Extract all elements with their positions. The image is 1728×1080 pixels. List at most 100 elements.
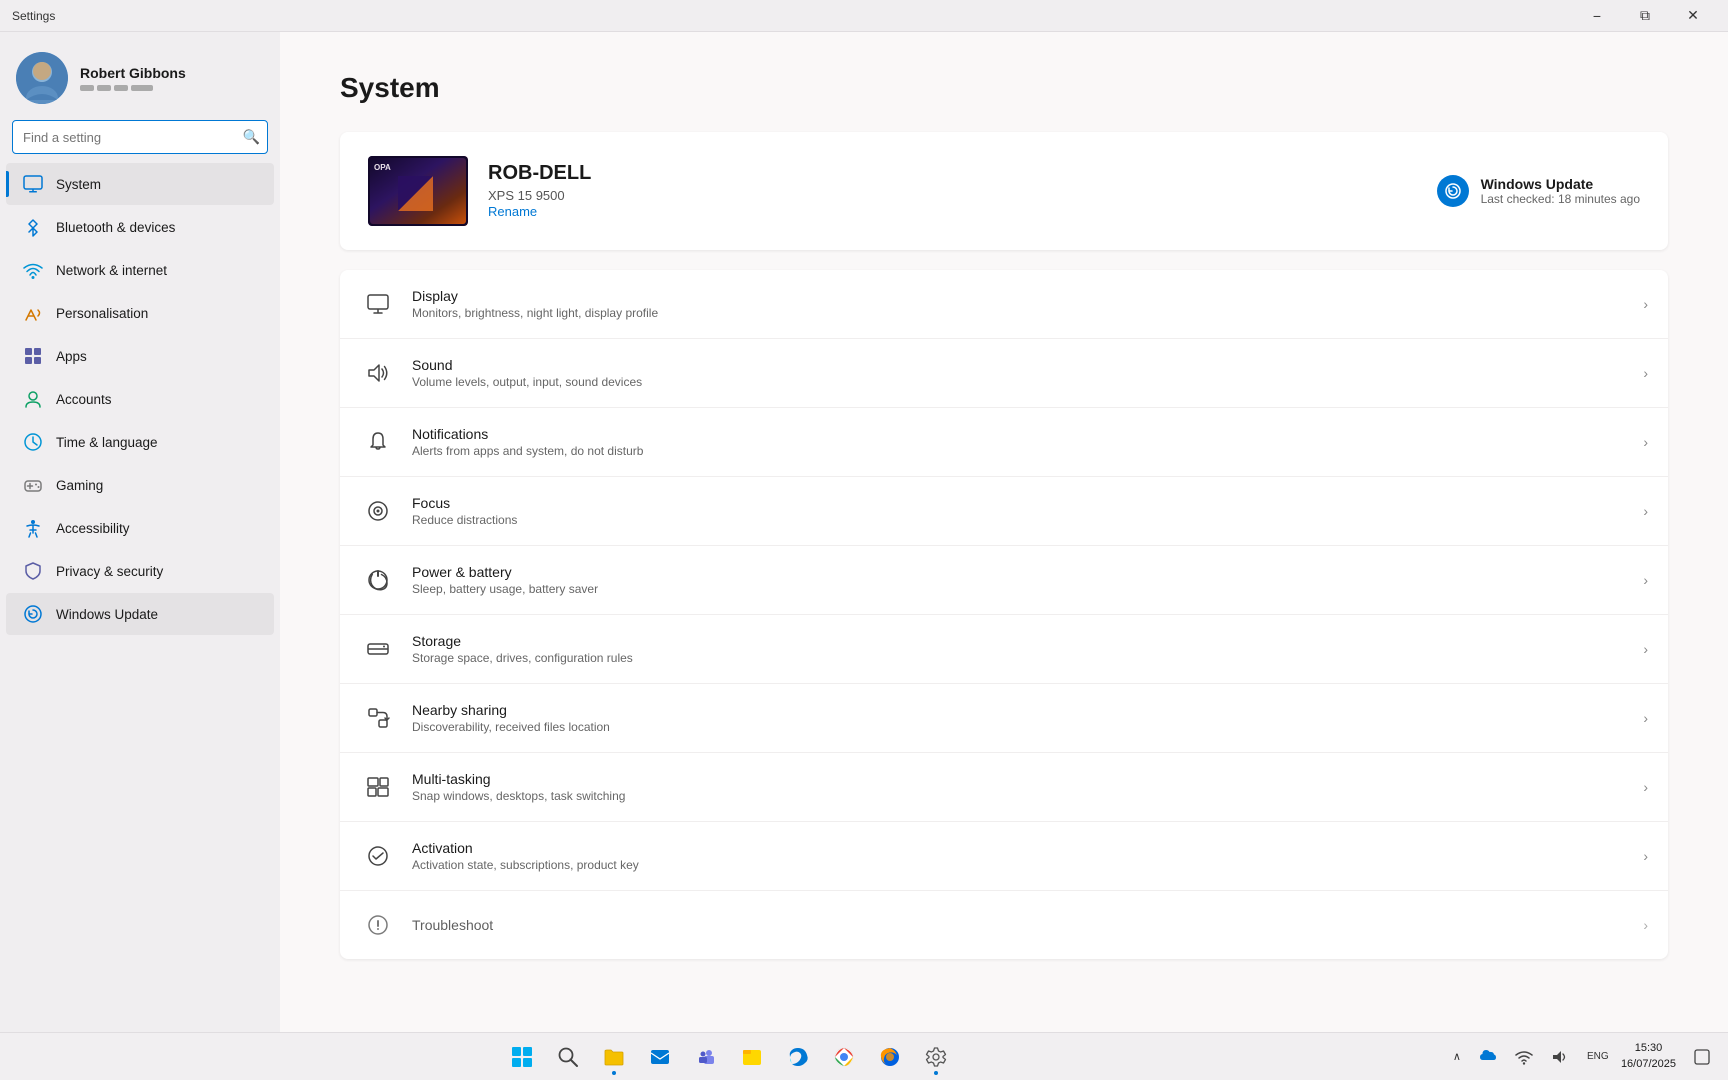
activation-chevron: ›	[1643, 848, 1648, 864]
activation-text: Activation Activation state, subscriptio…	[412, 840, 1643, 872]
setting-item-storage[interactable]: Storage Storage space, drives, configura…	[340, 615, 1668, 684]
sidebar-item-gaming[interactable]: Gaming	[6, 464, 274, 506]
settings-list: Display Monitors, brightness, night ligh…	[340, 270, 1668, 959]
nearby-sharing-desc: Discoverability, received files location	[412, 720, 1643, 734]
setting-item-multitasking[interactable]: Multi-tasking Snap windows, desktops, ta…	[340, 753, 1668, 822]
activation-icon-wrap	[360, 838, 396, 874]
taskbar-clock[interactable]: 15:30 16/07/2025	[1615, 1035, 1682, 1079]
system-icon	[22, 173, 44, 195]
close-button[interactable]: ✕	[1670, 0, 1716, 32]
storage-text: Storage Storage space, drives, configura…	[412, 633, 1643, 665]
setting-item-activation[interactable]: Activation Activation state, subscriptio…	[340, 822, 1668, 891]
taskbar-active-dot	[612, 1071, 616, 1075]
taskbar-cloud-button[interactable]	[1473, 1035, 1503, 1079]
minimize-button[interactable]: −	[1574, 0, 1620, 32]
notifications-chevron: ›	[1643, 434, 1648, 450]
restore-button[interactable]: ⧉	[1622, 0, 1668, 32]
power-icon-wrap	[360, 562, 396, 598]
device-info: ROB-DELL XPS 15 9500 Rename	[488, 162, 591, 221]
user-section: Robert Gibbons	[0, 32, 280, 120]
taskbar-outlook-button[interactable]	[638, 1035, 682, 1079]
taskbar-language-button[interactable]: ENG	[1581, 1035, 1609, 1079]
sidebar-item-apps[interactable]: Apps	[6, 335, 274, 377]
taskbar-chevron-button[interactable]: ∧	[1447, 1035, 1467, 1079]
taskbar-files-button[interactable]	[730, 1035, 774, 1079]
sidebar-item-label-apps: Apps	[56, 349, 87, 364]
setting-item-power[interactable]: Power & battery Sleep, battery usage, ba…	[340, 546, 1668, 615]
activation-desc: Activation state, subscriptions, product…	[412, 858, 1643, 872]
dot-4	[131, 85, 153, 91]
setting-item-notifications[interactable]: Notifications Alerts from apps and syste…	[340, 408, 1668, 477]
network-icon	[22, 259, 44, 281]
focus-title: Focus	[412, 495, 1643, 511]
sidebar-nav: System Bluetooth & devices Network & int…	[0, 162, 280, 636]
taskbar-firefox-button[interactable]	[868, 1035, 912, 1079]
titlebar-title: Settings	[12, 9, 55, 23]
display-title: Display	[412, 288, 1643, 304]
notifications-desc: Alerts from apps and system, do not dist…	[412, 444, 1643, 458]
setting-item-nearby-sharing[interactable]: Nearby sharing Discoverability, received…	[340, 684, 1668, 753]
power-title: Power & battery	[412, 564, 1643, 580]
sidebar-item-system[interactable]: System	[6, 163, 274, 205]
taskbar-chrome-button[interactable]	[822, 1035, 866, 1079]
taskbar: ∧ ENG 15:30 16/07/2025	[0, 1032, 1728, 1080]
taskbar-start-button[interactable]	[500, 1035, 544, 1079]
device-model: XPS 15 9500	[488, 188, 591, 203]
taskbar-notification-button[interactable]	[1688, 1035, 1716, 1079]
power-desc: Sleep, battery usage, battery saver	[412, 582, 1643, 596]
display-text: Display Monitors, brightness, night ligh…	[412, 288, 1643, 320]
sidebar-item-label-system: System	[56, 177, 101, 192]
troubleshoot-title: Troubleshoot	[412, 917, 1643, 933]
nearby-sharing-icon-wrap	[360, 700, 396, 736]
taskbar-volume-button[interactable]	[1545, 1035, 1575, 1079]
taskbar-wifi-button[interactable]	[1509, 1035, 1539, 1079]
sidebar-item-accessibility[interactable]: Accessibility	[6, 507, 274, 549]
svg-text:OPA: OPA	[374, 163, 391, 172]
storage-desc: Storage space, drives, configuration rul…	[412, 651, 1643, 665]
sidebar-item-network[interactable]: Network & internet	[6, 249, 274, 291]
clock-date: 16/07/2025	[1621, 1057, 1676, 1072]
taskbar-search-button[interactable]	[546, 1035, 590, 1079]
avatar	[16, 52, 68, 104]
settings-active-dot	[934, 1071, 938, 1075]
setting-item-sound[interactable]: Sound Volume levels, output, input, soun…	[340, 339, 1668, 408]
taskbar-center	[12, 1035, 1447, 1079]
sidebar-item-personalisation[interactable]: Personalisation	[6, 292, 274, 334]
storage-title: Storage	[412, 633, 1643, 649]
sidebar-item-bluetooth[interactable]: Bluetooth & devices	[6, 206, 274, 248]
sidebar-item-time[interactable]: Time & language	[6, 421, 274, 463]
sidebar-item-privacy[interactable]: Privacy & security	[6, 550, 274, 592]
rename-link[interactable]: Rename	[488, 204, 537, 219]
search-button[interactable]: 🔍	[243, 129, 260, 146]
update-title: Windows Update	[1481, 176, 1640, 192]
search-input[interactable]	[12, 120, 268, 154]
windows-update-icon	[1437, 175, 1469, 207]
setting-item-display[interactable]: Display Monitors, brightness, night ligh…	[340, 270, 1668, 339]
multitasking-chevron: ›	[1643, 779, 1648, 795]
multitasking-text: Multi-tasking Snap windows, desktops, ta…	[412, 771, 1643, 803]
power-text: Power & battery Sleep, battery usage, ba…	[412, 564, 1643, 596]
taskbar-settings-button[interactable]	[914, 1035, 958, 1079]
taskbar-teams-button[interactable]	[684, 1035, 728, 1079]
search-box: 🔍	[12, 120, 268, 154]
sidebar-item-update[interactable]: Windows Update	[6, 593, 274, 635]
sound-icon-wrap	[360, 355, 396, 391]
troubleshoot-chevron: ›	[1643, 917, 1648, 933]
titlebar-controls: − ⧉ ✕	[1574, 0, 1716, 32]
sidebar-item-label-privacy: Privacy & security	[56, 564, 163, 579]
display-chevron: ›	[1643, 296, 1648, 312]
nearby-sharing-title: Nearby sharing	[412, 702, 1643, 718]
setting-item-focus[interactable]: Focus Reduce distractions ›	[340, 477, 1668, 546]
notifications-icon-wrap	[360, 424, 396, 460]
taskbar-edge-button[interactable]	[776, 1035, 820, 1079]
dot-1	[80, 85, 94, 91]
accessibility-icon	[22, 517, 44, 539]
sidebar-item-accounts[interactable]: Accounts	[6, 378, 274, 420]
taskbar-file-explorer-button[interactable]	[592, 1035, 636, 1079]
notifications-title: Notifications	[412, 426, 1643, 442]
update-info: Windows Update Last checked: 18 minutes …	[1481, 176, 1640, 206]
setting-item-troubleshoot[interactable]: Troubleshoot ›	[340, 891, 1668, 959]
apps-icon	[22, 345, 44, 367]
sidebar: Robert Gibbons 🔍 System	[0, 32, 280, 1032]
multitasking-icon-wrap	[360, 769, 396, 805]
